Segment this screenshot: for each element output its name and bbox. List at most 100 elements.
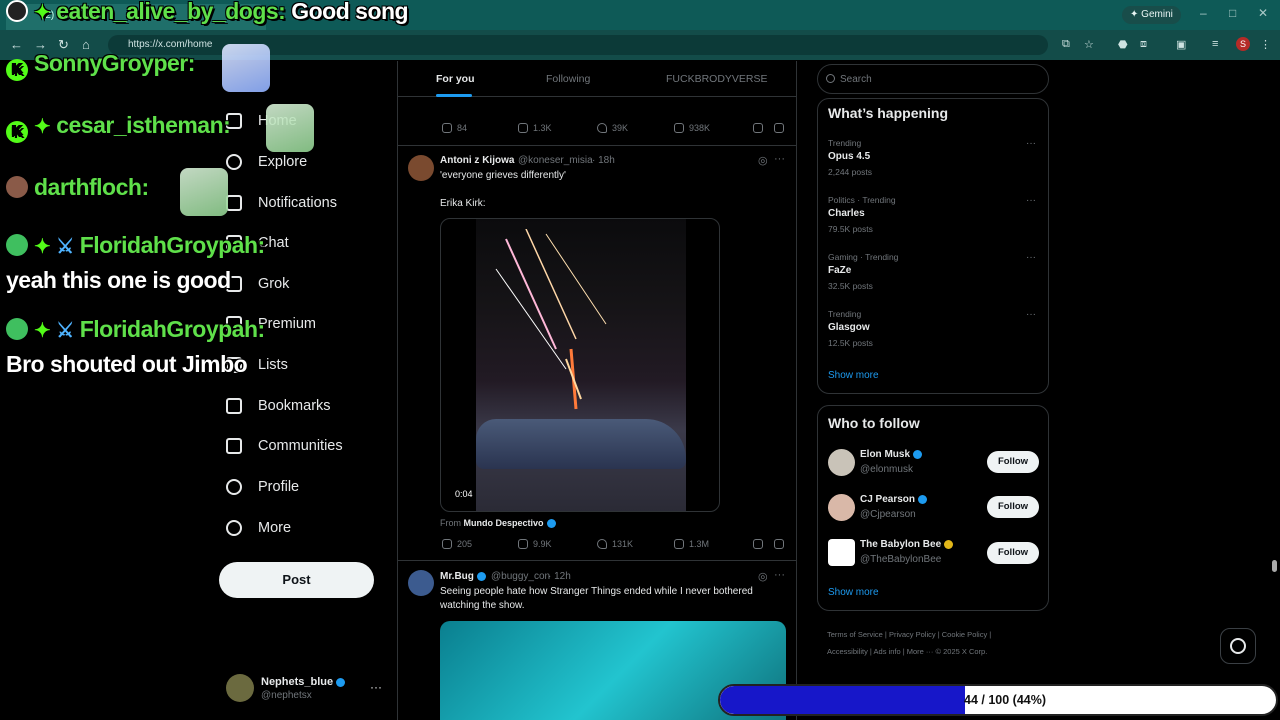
- more-dots-icon[interactable]: ···: [1026, 195, 1036, 206]
- views-button[interactable]: 938K: [674, 123, 710, 133]
- verified-icon: [476, 571, 486, 581]
- maximize-icon[interactable]: □: [1229, 6, 1236, 20]
- views-icon: [674, 539, 684, 549]
- reply-button[interactable]: 205: [442, 539, 472, 549]
- url-text: https://x.com/home: [128, 39, 213, 50]
- show-more-trends-link[interactable]: Show more: [828, 370, 879, 381]
- kick-badge-icon: K: [6, 59, 28, 81]
- reading-list-icon[interactable]: ≡: [1212, 38, 1218, 50]
- timeline: For you Following FUCKBRODYVERSE 84 1.3K…: [397, 61, 797, 720]
- follow-button[interactable]: Follow: [987, 496, 1039, 518]
- whats-happening-panel: What’s happening Trending Opus 4.5 2,244…: [817, 98, 1049, 394]
- account-name: Nephets_blue: [261, 676, 346, 688]
- repost-count: 9.9K: [533, 539, 552, 549]
- grok-floating-button[interactable]: [1220, 628, 1256, 664]
- verified-icon: [546, 519, 556, 529]
- tweet-avatar[interactable]: [408, 155, 434, 181]
- gemini-button[interactable]: ✦ Gemini: [1122, 6, 1181, 24]
- more-dots-icon[interactable]: ···: [774, 569, 785, 581]
- tweet-author-name[interactable]: Mr.Bug: [440, 571, 486, 582]
- tab-following[interactable]: Following: [546, 73, 590, 85]
- more-dots-icon[interactable]: ···: [370, 680, 382, 694]
- chat-text: Bro shouted out Jimbo: [6, 351, 248, 377]
- screen: (2) Home / X ✦ Gemini – □ ✕ ← → ↻ ⌂ http…: [0, 0, 1280, 720]
- scrollbar-thumb[interactable]: [1272, 560, 1277, 572]
- verified-icon: [918, 494, 928, 504]
- extensions-icon[interactable]: ⧈: [1140, 38, 1147, 51]
- tweet-author-handle[interactable]: @koneser_misia: [518, 155, 593, 166]
- like-button[interactable]: 39K: [597, 123, 628, 133]
- follow-button[interactable]: Follow: [987, 451, 1039, 473]
- more-dots-icon[interactable]: ···: [1026, 138, 1036, 149]
- grok-explain-icon[interactable]: ◎: [758, 570, 768, 583]
- tab-for-you[interactable]: For you: [436, 73, 475, 85]
- follow-name[interactable]: CJ Pearson: [860, 494, 928, 505]
- trend-name[interactable]: Glasgow: [828, 322, 870, 333]
- footer-line[interactable]: Terms of Service | Privacy Policy | Cook…: [827, 626, 1037, 643]
- menu-icon[interactable]: ⋮: [1260, 38, 1271, 51]
- tweet-time[interactable]: · 18h: [592, 155, 615, 166]
- tweet-avatar[interactable]: [408, 570, 434, 596]
- more-dots-icon[interactable]: ···: [1026, 252, 1036, 263]
- star-icon[interactable]: ☆: [1084, 38, 1094, 51]
- share-button[interactable]: [774, 123, 784, 133]
- trend-name[interactable]: Charles: [828, 208, 865, 219]
- profile-avatar[interactable]: S: [1236, 37, 1250, 51]
- follow-avatar[interactable]: [828, 449, 855, 476]
- trend-name[interactable]: FaZe: [828, 265, 851, 276]
- bookmark-button[interactable]: [753, 123, 763, 133]
- grok-explain-icon[interactable]: ◎: [758, 154, 768, 167]
- bookmark-icon: [226, 398, 242, 414]
- video-source[interactable]: From Mundo Despectivo: [440, 518, 556, 529]
- chat-message: K SonnyGroyper:: [6, 50, 195, 81]
- share-button[interactable]: [774, 539, 784, 549]
- tweet-video[interactable]: 0:04: [440, 218, 720, 512]
- nav-communities[interactable]: Communities: [226, 434, 343, 458]
- like-button[interactable]: 131K: [597, 539, 633, 549]
- tweet-time[interactable]: · 12h: [548, 571, 571, 582]
- heart-icon: [597, 123, 607, 133]
- timeline-tabs: For you Following FUCKBRODYVERSE: [398, 61, 796, 97]
- repost-button[interactable]: 1.3K: [518, 123, 552, 133]
- follow-name[interactable]: Elon Musk: [860, 449, 923, 460]
- follow-name[interactable]: The Babylon Bee: [860, 539, 954, 550]
- follow-avatar[interactable]: [828, 494, 855, 521]
- tweet-text: Erika Kirk:: [440, 198, 486, 209]
- grok-icon: [1230, 638, 1246, 654]
- adblock-icon[interactable]: ⬣: [1118, 38, 1128, 51]
- goal-progress-bar: 44 / 100 (44%): [718, 684, 1278, 716]
- more-dots-icon[interactable]: ···: [1026, 309, 1036, 320]
- scrollbar[interactable]: [1270, 64, 1278, 718]
- nav-grok[interactable]: Grok: [226, 272, 289, 296]
- nav-bookmarks[interactable]: Bookmarks: [226, 394, 331, 418]
- views-button[interactable]: 1.3M: [674, 539, 709, 549]
- post-button[interactable]: Post: [219, 562, 374, 598]
- show-more-follow-link[interactable]: Show more: [828, 587, 879, 598]
- tweet-author-handle[interactable]: @buggy_con: [491, 571, 550, 582]
- nav-more[interactable]: More: [226, 516, 291, 540]
- cast-icon[interactable]: ⧉: [1062, 38, 1070, 51]
- footer-line[interactable]: Accessibility | Ads info | More ··· © 20…: [827, 643, 1037, 660]
- like-count: 39K: [612, 123, 629, 133]
- chat-message: darthfloch:: [6, 174, 149, 201]
- nav-explore[interactable]: Explore: [226, 150, 307, 174]
- nav-lists-label: Lists: [258, 357, 288, 373]
- nav-profile[interactable]: Profile: [226, 475, 299, 499]
- prev-tweet-actions: 84 1.3K 39K 938K: [440, 123, 785, 137]
- sidepanel-icon[interactable]: ▣: [1176, 38, 1186, 51]
- footer-links[interactable]: Terms of Service | Privacy Policy | Cook…: [827, 626, 1037, 660]
- search-input[interactable]: Search: [817, 64, 1049, 94]
- tweet-author-name[interactable]: Antoni z Kijowa: [440, 155, 514, 166]
- reply-button[interactable]: 84: [442, 123, 467, 133]
- close-icon[interactable]: ✕: [1258, 6, 1268, 20]
- repost-button[interactable]: 9.9K: [518, 539, 552, 549]
- bookmark-button[interactable]: [753, 539, 763, 549]
- minimize-icon[interactable]: –: [1200, 6, 1207, 20]
- more-dots-icon[interactable]: ···: [774, 153, 785, 165]
- nav-notifications[interactable]: Notifications: [226, 191, 337, 215]
- trend-name[interactable]: Opus 4.5: [828, 151, 870, 162]
- account-switcher[interactable]: Nephets_blue @nephetsx ···: [226, 674, 396, 706]
- follow-avatar[interactable]: [828, 539, 855, 566]
- follow-button[interactable]: Follow: [987, 542, 1039, 564]
- tab-fuckbrodyverse[interactable]: FUCKBRODYVERSE: [666, 73, 768, 85]
